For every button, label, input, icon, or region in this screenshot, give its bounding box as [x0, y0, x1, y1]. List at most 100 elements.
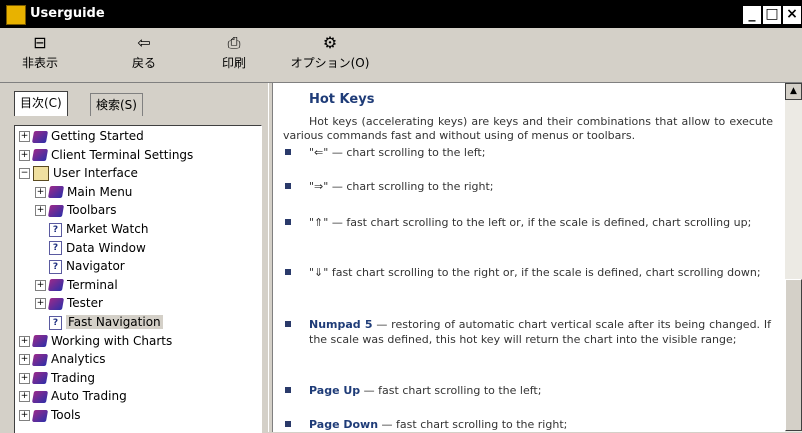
tree-item[interactable]: ? Market Watch: [35, 220, 148, 238]
tree-item[interactable]: + Auto Trading: [19, 387, 127, 405]
tree-item-label: Working with Charts: [51, 333, 173, 348]
tree-item[interactable]: + Main Menu: [35, 183, 132, 201]
hotkey-name: Page Down: [309, 418, 379, 431]
hotkey-description: "⇒" — chart scrolling to the right;: [309, 180, 494, 193]
book-icon: [47, 204, 65, 217]
bullet-icon: [285, 219, 291, 225]
tree-item[interactable]: + Trading: [19, 369, 95, 387]
book-icon: [31, 149, 49, 162]
hotkey-name: Page Up: [309, 384, 361, 397]
tree-item[interactable]: + Getting Started: [19, 127, 144, 145]
tree-item-label: Analytics: [51, 352, 106, 367]
back-button[interactable]: ⇦ 戻る: [120, 32, 168, 78]
book-icon: [31, 353, 49, 366]
book-icon: [47, 297, 65, 310]
minimize-button[interactable]: _: [742, 5, 762, 25]
expand-icon[interactable]: +: [35, 279, 46, 291]
window-title: Userguide: [30, 6, 105, 21]
help-page-icon: ?: [49, 241, 62, 256]
book-icon: [31, 372, 49, 385]
help-page-icon: ?: [49, 222, 62, 237]
tree-item-label: Tools: [51, 408, 81, 422]
expand-icon[interactable]: +: [35, 186, 46, 198]
navigation-pane: 目次(C) 検索(S) + Getting Started + Client Term…: [0, 83, 268, 433]
collapse-icon[interactable]: −: [19, 168, 30, 180]
tree-item-label: Tester: [67, 296, 103, 311]
tree-item[interactable]: − User Interface: [19, 164, 138, 182]
tree-item[interactable]: + Working with Charts: [19, 332, 172, 350]
expand-icon[interactable]: +: [19, 131, 30, 142]
book-icon: [31, 130, 49, 143]
tree-item[interactable]: + Client Terminal Settings: [19, 146, 193, 164]
back-label: 戻る: [131, 56, 156, 70]
hotkey-description: "⇑" — fast chart scrolling to the left o…: [309, 216, 752, 229]
scroll-up-arrow-icon[interactable]: ▲: [785, 83, 802, 100]
expand-icon[interactable]: +: [19, 354, 30, 366]
tree-item[interactable]: + Terminal: [35, 276, 118, 294]
tree-item[interactable]: + Tools: [19, 406, 81, 424]
expand-icon[interactable]: +: [19, 391, 30, 403]
tree-item-label: Main Menu: [67, 184, 133, 199]
tab-contents[interactable]: 目次(C): [14, 91, 68, 116]
bullet-icon: [285, 269, 291, 275]
tree-item-label: Getting Started: [51, 129, 144, 143]
options-label: オプション(O): [290, 56, 370, 70]
tree-item[interactable]: ? Navigator: [35, 257, 125, 275]
bullet-icon: [285, 387, 291, 393]
expand-icon[interactable]: +: [19, 335, 30, 347]
options-button[interactable]: ⚙ オプション(O): [285, 32, 375, 78]
tree-item-label: Market Watch: [66, 222, 149, 236]
tree-item[interactable]: ? Data Window: [35, 239, 146, 257]
help-page-icon: ?: [49, 315, 62, 330]
expand-icon[interactable]: +: [35, 298, 46, 310]
book-icon: [31, 409, 49, 422]
topic-content: Hot Keys Hot keys (accelerating keys) ar…: [272, 83, 786, 432]
expand-icon[interactable]: +: [19, 372, 30, 384]
hotkey-description: — restoring of automatic chart vertical …: [309, 318, 771, 346]
list-item: "⇑" — fast chart scrolling to the left o…: [285, 215, 771, 230]
help-page-icon: ?: [49, 259, 62, 274]
hotkey-description: — fast chart scrolling to the right;: [378, 418, 568, 431]
tab-search[interactable]: 検索(S): [90, 93, 143, 116]
scroll-thumb[interactable]: [785, 279, 802, 431]
bullet-icon: [285, 183, 291, 189]
close-button[interactable]: ×: [782, 5, 802, 25]
tree-item[interactable]: + Analytics: [19, 350, 106, 368]
list-item: Page Down — fast chart scrolling to the …: [285, 417, 771, 432]
book-icon: [31, 390, 49, 403]
list-item: "⇐" — chart scrolling to the left;: [285, 145, 771, 160]
tree-item[interactable]: + Tester: [35, 294, 103, 312]
tree-item-label: Client Terminal Settings: [51, 147, 194, 162]
vertical-scrollbar[interactable]: ▲: [785, 83, 802, 432]
open-book-icon: [33, 166, 49, 182]
tree-item-label: Trading: [51, 370, 96, 385]
hotkey-description: "⇐" — chart scrolling to the left;: [309, 146, 486, 159]
print-button[interactable]: ⎙ 印刷: [210, 32, 258, 78]
bullet-icon: [285, 421, 291, 427]
tree-item-label: Terminal: [67, 277, 118, 292]
intro-paragraph: Hot keys (accelerating keys) are keys an…: [283, 115, 773, 142]
book-icon: [47, 186, 65, 199]
bullet-icon: [285, 149, 291, 155]
hide-button[interactable]: ⊟ 非表示: [12, 32, 68, 78]
list-item: "⇒" — chart scrolling to the right;: [285, 179, 771, 194]
expand-icon[interactable]: +: [35, 205, 46, 217]
list-item: "⇓" fast chart scrolling to the right or…: [285, 265, 771, 280]
list-item: Numpad 5 — restoring of automatic chart …: [285, 317, 771, 347]
title-bar: Userguide _ □ ×: [0, 0, 802, 28]
tree-item-label: Toolbars: [67, 203, 117, 218]
toolbar: ⊟ 非表示 ⇦ 戻る ⎙ 印刷 ⚙ オプション(O): [0, 28, 802, 83]
maximize-button[interactable]: □: [762, 5, 782, 25]
printer-icon: ⎙: [227, 33, 241, 52]
expand-icon[interactable]: +: [19, 410, 30, 421]
tree-item-label: Fast Navigation: [66, 315, 163, 329]
tree-item[interactable]: + Toolbars: [35, 201, 116, 219]
tree-item[interactable]: ? Fast Navigation: [35, 313, 163, 331]
hide-label: 非表示: [21, 56, 58, 70]
print-label: 印刷: [221, 56, 246, 70]
tree-item-label: Data Window: [66, 240, 146, 255]
list-item: Page Up — fast chart scrolling to the le…: [285, 383, 771, 398]
help-book-icon: [6, 5, 26, 25]
expand-icon[interactable]: +: [19, 149, 30, 161]
tree-item-label: Auto Trading: [51, 389, 127, 404]
